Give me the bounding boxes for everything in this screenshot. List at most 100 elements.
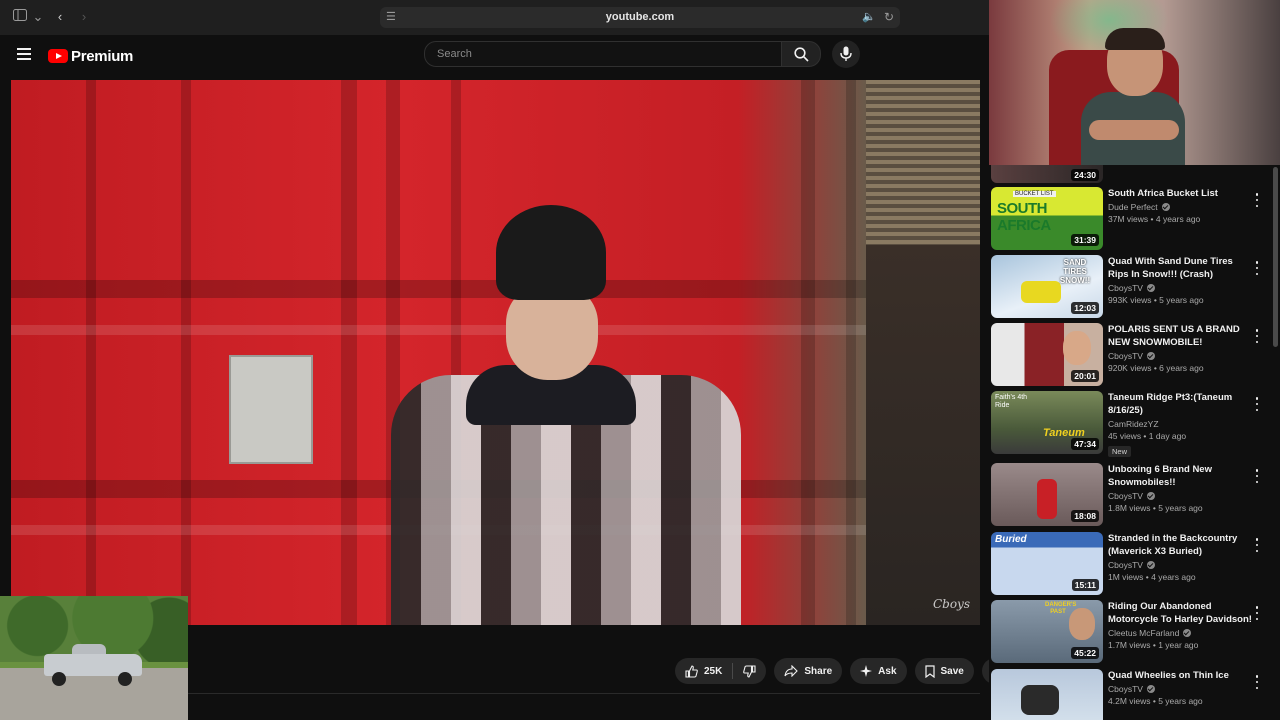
duration-badge: 24:30 bbox=[1071, 169, 1099, 181]
hamburger-menu-icon[interactable] bbox=[14, 45, 34, 65]
like-button[interactable]: 25K bbox=[675, 658, 732, 684]
back-icon[interactable]: ‹ bbox=[52, 9, 68, 25]
channel-name[interactable]: CboysTV bbox=[1108, 351, 1143, 361]
voice-search-button[interactable] bbox=[832, 40, 860, 68]
logo-text: Premium bbox=[71, 47, 134, 65]
bookmark-icon bbox=[924, 664, 935, 678]
video-thumbnail[interactable] bbox=[991, 669, 1103, 720]
video-stats: 993K views • 5 years ago bbox=[1108, 295, 1204, 305]
youtube-header: Premium bbox=[0, 35, 989, 79]
more-vertical-icon[interactable] bbox=[1253, 193, 1261, 207]
channel-name[interactable]: Dude Perfect bbox=[1108, 202, 1158, 212]
video-thumbnail[interactable]: SAND TIRES SNOW!! 12:03 bbox=[991, 255, 1103, 318]
truck-camera-overlay bbox=[0, 596, 188, 720]
search-box bbox=[424, 41, 782, 67]
more-vertical-icon[interactable] bbox=[1253, 469, 1261, 483]
video-title[interactable]: Quad Wheelies on Thin Ice bbox=[1108, 669, 1256, 682]
share-icon bbox=[784, 665, 799, 677]
channel-name[interactable]: CboysTV bbox=[1108, 560, 1143, 570]
thumbs-down-icon bbox=[743, 664, 756, 678]
verified-icon bbox=[1183, 629, 1192, 637]
channel-name[interactable]: Cleetus McFarland bbox=[1108, 628, 1179, 638]
verified-icon bbox=[1146, 685, 1155, 693]
youtube-logo[interactable]: Premium bbox=[48, 46, 133, 66]
duration-badge: 15:11 bbox=[1071, 579, 1099, 591]
video-title[interactable]: Taneum Ridge Pt3:(Taneum 8/16/25) bbox=[1108, 391, 1256, 417]
scrollbar[interactable] bbox=[1273, 167, 1278, 347]
verified-icon bbox=[1146, 352, 1155, 360]
search-input[interactable] bbox=[435, 42, 769, 66]
chevron-down-icon[interactable]: ⌄ bbox=[30, 9, 46, 25]
video-stats: 920K views • 6 years ago bbox=[1108, 363, 1204, 373]
ask-button[interactable]: Ask bbox=[850, 658, 907, 684]
video-stats: 45 views • 1 day ago bbox=[1108, 431, 1187, 441]
list-item[interactable]: 18:08 Unboxing 6 Brand New Snowmobiles!!… bbox=[991, 463, 1271, 527]
video-stats: 4.2M views • 5 years ago bbox=[1108, 696, 1203, 706]
address-bar[interactable]: ☰ youtube.com 🔈 ↻ bbox=[380, 7, 900, 28]
like-dislike-group: 25K bbox=[675, 658, 767, 684]
save-label: Save bbox=[940, 665, 964, 677]
search-icon bbox=[794, 47, 809, 62]
more-vertical-icon[interactable] bbox=[1253, 538, 1261, 552]
list-item[interactable]: BUCKET LIST SOUTH AFRICA 31:39 South Afr… bbox=[991, 187, 1271, 251]
more-vertical-icon[interactable] bbox=[1253, 606, 1261, 620]
channel-name[interactable]: CboysTV bbox=[1108, 491, 1143, 501]
video-thumbnail[interactable]: 20:01 bbox=[991, 323, 1103, 386]
duration-badge: 18:08 bbox=[1071, 510, 1099, 522]
ask-label: Ask bbox=[878, 665, 897, 677]
reload-icon[interactable]: ↻ bbox=[884, 10, 894, 24]
video-thumbnail[interactable]: BUCKET LIST SOUTH AFRICA 31:39 bbox=[991, 187, 1103, 250]
video-stats: 1.8M views • 5 years ago bbox=[1108, 503, 1203, 513]
list-item[interactable]: DANGER'S PAST 45:22 Riding Our Abandoned… bbox=[991, 600, 1271, 664]
channel-name[interactable]: CboysTV bbox=[1108, 684, 1143, 694]
list-item[interactable]: 20:01 POLARIS SENT US A BRAND NEW SNOWMO… bbox=[991, 323, 1271, 387]
speaker-icon[interactable]: 🔈 bbox=[862, 10, 876, 23]
more-vertical-icon[interactable] bbox=[1253, 329, 1261, 343]
duration-badge: 45:22 bbox=[1071, 647, 1099, 659]
video-title[interactable]: South Africa Bucket List bbox=[1108, 187, 1256, 200]
save-button[interactable]: Save bbox=[914, 658, 974, 684]
search-button[interactable] bbox=[781, 41, 821, 67]
video-title[interactable]: Stranded in the Backcountry (Maverick X3… bbox=[1108, 532, 1256, 558]
share-button[interactable]: Share bbox=[774, 658, 843, 684]
duration-badge: 31:39 bbox=[1071, 234, 1099, 246]
verified-icon bbox=[1146, 492, 1155, 500]
verified-icon bbox=[1146, 284, 1155, 292]
verified-icon bbox=[1161, 203, 1170, 211]
video-stats: 37M views • 4 years ago bbox=[1108, 214, 1201, 224]
share-label: Share bbox=[804, 665, 833, 677]
video-title[interactable]: Quad With Sand Dune Tires Rips In Snow!!… bbox=[1108, 255, 1256, 281]
new-badge: New bbox=[1108, 446, 1132, 457]
browser-toolbar: ⌄ ‹ › ☰ youtube.com 🔈 ↻ bbox=[0, 0, 989, 36]
person-beanie bbox=[496, 205, 606, 300]
forward-icon[interactable]: › bbox=[76, 9, 92, 25]
video-thumbnail[interactable]: Buried 15:11 bbox=[991, 532, 1103, 595]
video-stats: 1M views • 4 years ago bbox=[1108, 572, 1196, 582]
list-item[interactable]: Quad Wheelies on Thin Ice CboysTV 4.2M v… bbox=[991, 669, 1271, 720]
channel-name[interactable]: CamRidezYZ bbox=[1108, 419, 1159, 429]
video-player[interactable]: Cboys bbox=[11, 80, 980, 625]
more-vertical-icon[interactable] bbox=[1253, 261, 1261, 275]
thumbs-up-icon bbox=[685, 664, 698, 678]
more-vertical-icon[interactable] bbox=[1253, 675, 1261, 689]
microphone-icon bbox=[840, 46, 852, 61]
dislike-button[interactable] bbox=[733, 658, 766, 684]
video-thumbnail[interactable]: 18:08 bbox=[991, 463, 1103, 526]
list-item[interactable]: SAND TIRES SNOW!! 12:03 Quad With Sand D… bbox=[991, 255, 1271, 319]
recommendations-list: 24:30 BUCKET LIST SOUTH AFRICA 31:39 Sou… bbox=[989, 165, 1280, 720]
video-title[interactable]: Riding Our Abandoned Motorcycle To Harle… bbox=[1108, 600, 1256, 626]
duration-badge: 20:01 bbox=[1071, 370, 1099, 382]
sidebar-toggle-icon[interactable] bbox=[12, 9, 28, 25]
list-item[interactable]: Faith's 4th Ride Taneum 47:34 Taneum Rid… bbox=[991, 391, 1271, 457]
video-thumbnail[interactable]: DANGER'S PAST 45:22 bbox=[991, 600, 1103, 663]
video-actions: 25K Share Ask Save ••• bbox=[675, 658, 1008, 684]
divider bbox=[188, 693, 980, 694]
video-stats: 1.7M views • 1 year ago bbox=[1108, 640, 1199, 650]
list-item[interactable]: Buried 15:11 Stranded in the Backcountry… bbox=[991, 532, 1271, 596]
video-thumbnail[interactable]: 24:30 bbox=[991, 165, 1103, 183]
video-title[interactable]: Unboxing 6 Brand New Snowmobiles!! bbox=[1108, 463, 1256, 489]
more-vertical-icon[interactable] bbox=[1253, 397, 1261, 411]
video-thumbnail[interactable]: Faith's 4th Ride Taneum 47:34 bbox=[991, 391, 1103, 454]
video-title[interactable]: POLARIS SENT US A BRAND NEW SNOWMOBILE! bbox=[1108, 323, 1256, 349]
channel-name[interactable]: CboysTV bbox=[1108, 283, 1143, 293]
